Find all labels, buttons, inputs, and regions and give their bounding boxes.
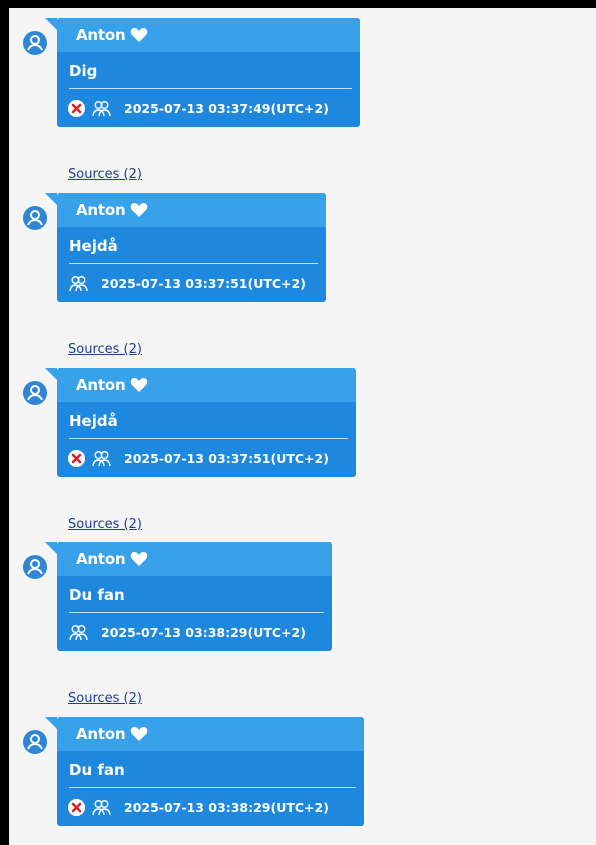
heart-icon[interactable] <box>130 377 148 393</box>
message-text: Dig <box>69 62 98 80</box>
heart-icon[interactable] <box>130 27 148 43</box>
user-avatar-icon <box>23 206 47 230</box>
message-bubble: Anton Hejdå 2025-07-13 03:37:51(UTC+2) <box>45 368 356 477</box>
message-meta: 2025-07-13 03:37:51(UTC+2) <box>57 439 356 477</box>
message-meta: 2025-07-13 03:37:51(UTC+2) <box>57 264 326 302</box>
sender-name: Anton <box>76 201 126 219</box>
message-meta: 2025-07-13 03:38:29(UTC+2) <box>57 788 364 826</box>
heart-icon[interactable] <box>130 726 148 742</box>
timestamp: 2025-07-13 03:37:51(UTC+2) <box>101 275 306 291</box>
participants-icon[interactable] <box>91 98 112 119</box>
timestamp: 2025-07-13 03:38:29(UTC+2) <box>101 624 306 640</box>
deleted-x-icon <box>68 99 85 117</box>
message-bubble: Anton Du fan 2025-07-13 03:38:29(UTC+2) <box>45 717 364 826</box>
participants-icon[interactable] <box>68 273 89 294</box>
message-meta: 2025-07-13 03:37:49(UTC+2) <box>57 89 360 127</box>
user-avatar-icon <box>23 381 47 405</box>
message-header: Anton <box>57 18 360 52</box>
user-avatar-icon <box>23 555 47 579</box>
sources-link[interactable]: Sources (2) <box>68 167 142 182</box>
sources-link[interactable]: Sources (2) <box>68 517 142 532</box>
message-header: Anton <box>57 717 364 751</box>
deleted-x-icon <box>68 449 85 467</box>
message-bubble: Anton Du fan 2025-07-13 03:38:29(UTC+2) <box>45 542 332 651</box>
message-bubble: Anton Dig 2025-07-13 03:37:49(UTC+2) <box>45 18 360 127</box>
message-text: Hejdå <box>69 237 118 255</box>
timestamp: 2025-07-13 03:37:49(UTC+2) <box>124 100 329 116</box>
message-bubble: Anton Hejdå 2025-07-13 03:37:51(UTC+2) <box>45 193 326 302</box>
chat-panel: Anton Dig 2025-07-13 03:37:49(UTC+2) Sou… <box>9 8 596 845</box>
deleted-x-icon <box>68 798 85 816</box>
timestamp: 2025-07-13 03:37:51(UTC+2) <box>124 450 329 466</box>
message-text: Hejdå <box>69 412 118 430</box>
message-header: Anton <box>57 193 326 227</box>
message-header: Anton <box>57 542 332 576</box>
participants-icon[interactable] <box>68 622 89 643</box>
message-header: Anton <box>57 368 356 402</box>
message-text: Du fan <box>69 761 125 779</box>
sender-name: Anton <box>76 550 126 568</box>
sender-name: Anton <box>76 725 126 743</box>
sources-link[interactable]: Sources (2) <box>68 691 142 706</box>
heart-icon[interactable] <box>130 202 148 218</box>
user-avatar-icon <box>23 31 47 55</box>
sender-name: Anton <box>76 26 126 44</box>
sender-name: Anton <box>76 376 126 394</box>
timestamp: 2025-07-13 03:38:29(UTC+2) <box>124 799 329 815</box>
participants-icon[interactable] <box>91 448 112 469</box>
sources-link[interactable]: Sources (2) <box>68 342 142 357</box>
message-text: Du fan <box>69 586 125 604</box>
heart-icon[interactable] <box>130 551 148 567</box>
participants-icon[interactable] <box>91 797 112 818</box>
user-avatar-icon <box>23 730 47 754</box>
message-meta: 2025-07-13 03:38:29(UTC+2) <box>57 613 332 651</box>
